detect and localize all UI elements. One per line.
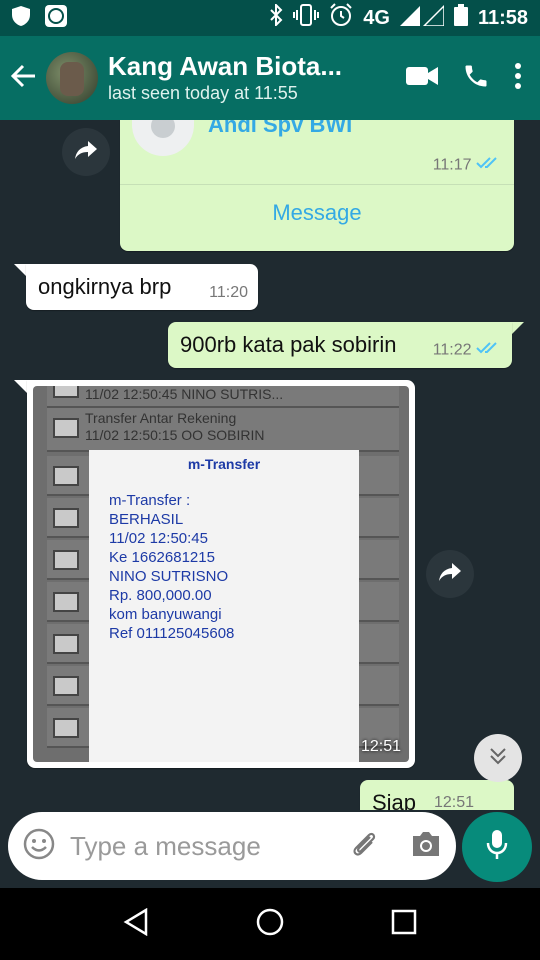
bubble-tail [510, 322, 524, 336]
receipt-line: kom banyuwangi [109, 606, 222, 623]
attach-icon[interactable] [350, 829, 380, 864]
double-check-icon [476, 156, 502, 175]
message-text: Siap [372, 790, 417, 810]
forward-icon [75, 140, 97, 164]
receipt-line: Ref 011125045608 [109, 625, 235, 642]
envelope-icon [53, 676, 79, 696]
divider [120, 184, 514, 185]
message-time: 11:17 [432, 156, 472, 174]
system-nav-bar [0, 888, 540, 960]
contact-info[interactable]: Kang Awan Biota... last seen today at 11… [108, 51, 406, 105]
envelope-icon [53, 592, 79, 612]
chat-header: Kang Awan Biota... last seen today at 11… [0, 36, 540, 120]
network-type: 4G [363, 6, 390, 29]
envelope-icon [53, 466, 79, 486]
forward-button[interactable] [62, 128, 110, 176]
battery-icon [453, 4, 468, 32]
receipt-line: m-Transfer : [109, 492, 191, 509]
message-time: 12:51 [433, 794, 474, 810]
status-bar: 4G 11:58 [0, 0, 540, 36]
envelope-icon [53, 634, 79, 654]
message-time: 11:22 [432, 341, 472, 359]
incoming-message[interactable]: ongkirnya brp 11:20 [26, 264, 258, 310]
video-call-icon[interactable] [406, 65, 438, 92]
image-message[interactable]: 11/02 12:50:45 NINO SUTRIS... Transfer A… [27, 380, 415, 768]
envelope-icon [53, 550, 79, 570]
mic-button[interactable] [462, 812, 532, 882]
bluetooth-icon [269, 2, 283, 32]
outgoing-message[interactable]: Siap 12:51 [360, 780, 514, 810]
contact-card-name[interactable]: Andi Spv BWI [208, 120, 352, 138]
contact-card-avatar [132, 120, 194, 156]
scroll-to-bottom-button[interactable] [474, 734, 522, 782]
alarm-icon [329, 3, 353, 33]
back-button[interactable] [2, 63, 46, 94]
home-circle-icon[interactable] [255, 907, 285, 942]
list-item: Transfer Antar Rekening 11/02 12:50:15 O… [47, 408, 399, 452]
back-triangle-icon[interactable] [123, 907, 149, 941]
list-item: 11/02 12:50:45 NINO SUTRIS... [47, 386, 399, 408]
outgoing-message[interactable]: 900rb kata pak sobirin 11:22 [168, 322, 512, 368]
emoji-icon[interactable] [22, 827, 56, 866]
receipt-popup: m-Transfer m-Transfer : BERHASIL 11/02 1… [89, 450, 359, 762]
last-seen-status: last seen today at 11:55 [108, 83, 298, 103]
receipt-line: NINO SUTRISNO [109, 568, 229, 585]
bubble-tail [14, 380, 28, 394]
vibrate-icon [293, 4, 320, 32]
contact-name: Kang Awan Biota... [108, 51, 343, 81]
forward-button[interactable] [426, 550, 474, 598]
more-vert-icon[interactable] [514, 62, 522, 94]
envelope-icon [53, 508, 79, 528]
envelope-icon [53, 418, 79, 438]
shield-icon [12, 5, 30, 31]
phone-icon[interactable] [462, 62, 490, 95]
receipt-title: m-Transfer [187, 456, 261, 472]
camera-icon[interactable] [410, 830, 442, 863]
contact-avatar[interactable] [46, 52, 98, 104]
contact-card-message[interactable]: Andi Spv BWI 11:17 Message [120, 120, 514, 251]
message-text: ongkirnya brp [38, 274, 172, 299]
back-arrow-icon [10, 63, 37, 94]
receipt-line: BERHASIL [109, 511, 184, 528]
signal-icon [399, 4, 445, 32]
message-time: 12:51 [360, 738, 401, 755]
message-contact-button[interactable]: Message [120, 188, 514, 238]
recents-square-icon[interactable] [391, 909, 417, 940]
receipt-line: 11/02 12:50:45 [109, 530, 208, 547]
chat-area[interactable]: Andi Spv BWI 11:17 Message ongkirnya brp… [0, 120, 540, 810]
receipt-line: Rp. 800,000.00 [109, 587, 212, 604]
receipt-line: Ke 1662681215 [109, 549, 215, 566]
message-composer: Type a message [8, 812, 456, 880]
message-time: 11:20 [209, 284, 248, 301]
transfer-receipt-photo[interactable]: 11/02 12:50:45 NINO SUTRIS... Transfer A… [33, 386, 409, 762]
contact-card-icon [44, 4, 68, 33]
envelope-icon [53, 718, 79, 738]
double-check-icon [476, 341, 502, 360]
envelope-icon [53, 386, 79, 398]
message-text: 900rb kata pak sobirin [180, 332, 397, 357]
mic-icon [485, 829, 509, 866]
message-input[interactable]: Type a message [70, 831, 350, 862]
chevron-double-down-icon [488, 746, 508, 771]
forward-icon [439, 562, 461, 586]
status-time: 11:58 [477, 6, 528, 29]
